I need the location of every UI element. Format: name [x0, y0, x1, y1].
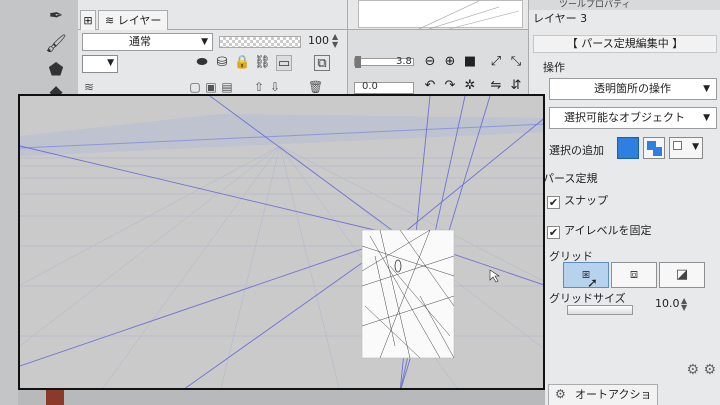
- perspective-grid-canvas[interactable]: [20, 96, 545, 390]
- move-up-icon[interactable]: ⇧: [252, 80, 266, 94]
- auto-action-label: オートアクション: [575, 388, 652, 401]
- sketch-paper[interactable]: [361, 229, 455, 359]
- mode-title: 【 パース定規編集中 】: [533, 35, 717, 53]
- tab-layer-label: レイヤー: [117, 14, 162, 27]
- grid-xz-button[interactable]: ◪: [659, 262, 705, 288]
- snap-check-box[interactable]: ✔: [547, 196, 560, 209]
- cursor-icon: ➚: [587, 276, 598, 291]
- grid-size-value: 10.0: [655, 297, 680, 310]
- layers-icon: ≋: [105, 14, 115, 27]
- fix-eyelevel-check-box[interactable]: ✔: [547, 226, 560, 239]
- opacity-spinner[interactable]: ▲ ▼: [332, 33, 338, 49]
- rotate-left-icon[interactable]: ↶: [422, 78, 438, 94]
- layer-name: レイヤー 3: [533, 12, 588, 25]
- opacity-slider[interactable]: [219, 36, 301, 48]
- fix-eyelevel-label: アイレベルを固定: [564, 224, 652, 237]
- fix-eyelevel-checkbox[interactable]: ✔ アイレベルを固定: [547, 222, 651, 239]
- layer-panel: ⊞ ≋ レイヤー 通常 ▼ 100 ▲ ▼ ▼ ⬬ ⛁ 🔒 ⛓ ▭ ⧉ ≋ ▢ ▣…: [78, 0, 348, 100]
- section-perspective: パース定規: [543, 172, 598, 185]
- tool-property-header: ツールプロパティ: [529, 0, 720, 10]
- blend-mode-value: 通常: [129, 35, 151, 48]
- rotate-right-icon[interactable]: ↷: [442, 78, 458, 94]
- square-icon: [673, 141, 682, 150]
- auto-action-icon: ⚙: [555, 387, 566, 401]
- tab-auto-action[interactable]: ⚙ オートアクション: [548, 384, 658, 405]
- reset-rotation-icon[interactable]: ✲: [462, 78, 478, 94]
- chevron-down-icon: ▼: [107, 58, 114, 68]
- flip-vertical-icon[interactable]: ⇵: [508, 78, 524, 94]
- actual-size-icon[interactable]: ⤡: [508, 54, 524, 70]
- reference-icon[interactable]: ⛁: [214, 55, 230, 71]
- mask-icon[interactable]: ▭: [276, 55, 292, 71]
- zoom-out-icon[interactable]: ⊖: [422, 54, 438, 70]
- chevron-down-icon: ▼: [703, 84, 710, 94]
- grid-size-label: グリッドサイズ: [549, 292, 626, 305]
- layer-tabbar: ⊞ ≋ レイヤー: [78, 10, 348, 30]
- fill-icon[interactable]: ⬟: [44, 58, 68, 82]
- lock-alpha-icon[interactable]: ⛓: [254, 55, 271, 71]
- layer-thumbnail[interactable]: [46, 390, 64, 405]
- grid-yz-button[interactable]: ⧈: [611, 262, 657, 288]
- navigator-preview[interactable]: [348, 0, 528, 30]
- navigator-thumbnail: [358, 0, 523, 30]
- selection-add-button[interactable]: [643, 137, 665, 159]
- clip-icon[interactable]: ⬬: [194, 55, 210, 71]
- new-layer-icon[interactable]: ▢: [188, 80, 202, 94]
- snap-checkbox[interactable]: ✔ スナップ: [547, 192, 608, 209]
- canvas-view[interactable]: [18, 94, 545, 390]
- lock-icon[interactable]: 🔒: [234, 55, 250, 71]
- brush-icon[interactable]: 🖌: [44, 32, 68, 56]
- fit-window-icon[interactable]: ⤢: [488, 54, 504, 70]
- tab-layer[interactable]: ≋ レイヤー: [98, 10, 169, 30]
- trash-icon[interactable]: 🗑: [308, 80, 323, 94]
- new-folder-icon[interactable]: ▤: [220, 80, 234, 94]
- zoom-slider-knob[interactable]: [355, 56, 361, 68]
- opacity-value: 100: [308, 34, 329, 47]
- chevron-down-icon: ▼: [703, 113, 710, 123]
- navigator-sketch: [418, 0, 520, 30]
- zoom-value: 3.8: [396, 56, 412, 67]
- pen-icon[interactable]: ✒: [44, 4, 68, 28]
- square-icon: [653, 147, 662, 156]
- new-vector-icon[interactable]: ▣: [204, 80, 218, 94]
- operation-select[interactable]: 透明箇所の操作 ▼: [549, 78, 717, 100]
- section-operation: 操作: [543, 61, 565, 74]
- layer-stack-icon[interactable]: ≋: [82, 80, 96, 94]
- settings-icon[interactable]: ⚙ ⚙: [686, 362, 716, 378]
- rotation-value: 0.0: [362, 81, 378, 92]
- move-down-icon[interactable]: ⇩: [268, 80, 282, 94]
- selection-new-button[interactable]: [617, 137, 639, 159]
- zoom-in-icon[interactable]: ⊕: [442, 54, 458, 70]
- chevron-down-icon: ▼: [692, 142, 699, 152]
- flip-horizontal-icon[interactable]: ⇋: [488, 78, 504, 94]
- ruler-icon[interactable]: ⧉: [314, 55, 330, 71]
- grid-size-slider[interactable]: [567, 305, 633, 315]
- chevron-down-icon: ▼: [201, 37, 208, 47]
- selectable-object-select[interactable]: 選択可能なオブジェクト ▼: [549, 107, 717, 129]
- fit-icon[interactable]: ■: [462, 54, 478, 70]
- grid-size-spinner[interactable]: ▲ ▼: [681, 297, 687, 312]
- tool-property-panel: ツールプロパティ レイヤー 3 【 パース定規編集中 】 操作 透明箇所の操作 …: [528, 0, 720, 405]
- layer-color-select[interactable]: ▼: [82, 55, 118, 73]
- canvas-statusbar: [18, 390, 545, 405]
- selectable-value: 選択可能なオブジェクト: [564, 111, 685, 124]
- layer-property-tab[interactable]: ⊞: [80, 10, 96, 30]
- navigator-controls: 3.8 0.0 ⊖ ⊕ ■ ⤢ ⤡ ↶ ↷ ✲ ⇋ ⇵: [348, 30, 528, 100]
- snap-label: スナップ: [564, 194, 608, 207]
- selection-mode-select[interactable]: ▼: [669, 137, 703, 159]
- add-selection-label: 選択の追加: [549, 144, 604, 157]
- operation-value: 透明箇所の操作: [594, 82, 671, 95]
- grid-xy-button[interactable]: ⧆: [563, 262, 609, 288]
- blend-mode-select[interactable]: 通常 ▼: [82, 33, 213, 51]
